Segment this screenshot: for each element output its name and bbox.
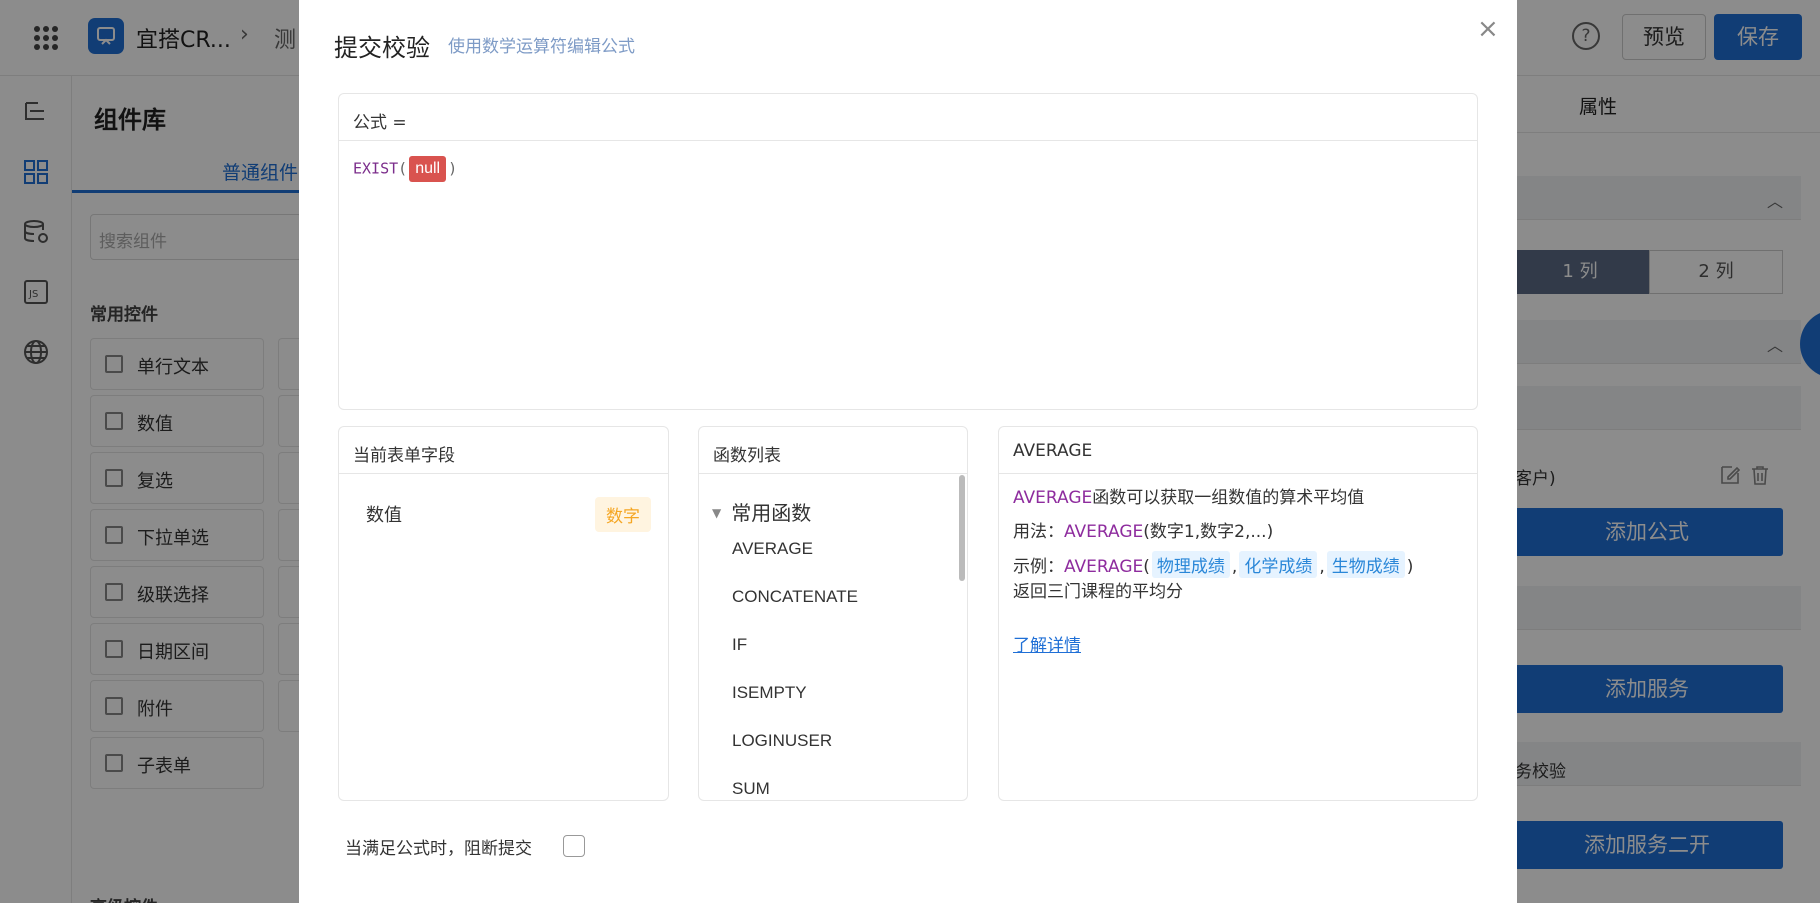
function-list-panel: 函数列表 ▼ 常用函数 AVERAGE CONCATENATE IF ISEMPT… [698, 426, 968, 801]
function-list-title: 函数列表 [699, 427, 967, 474]
formula-function: EXIST [353, 159, 399, 178]
function-example-result: 返回三门课程的平均分 [1013, 582, 1183, 602]
function-detail-title: AVERAGE [999, 427, 1477, 474]
dialog-subtitle: 使用数学运算符编辑公式 [448, 37, 635, 57]
function-item[interactable]: SUM [732, 779, 770, 799]
function-group-common[interactable]: ▼ 常用函数 [712, 497, 811, 526]
function-usage: 用法：AVERAGE(数字1,数字2,...) [1013, 522, 1274, 542]
formula-editor[interactable]: 公式 = EXIST(null) [338, 93, 1478, 410]
function-example: 示例：AVERAGE(物理成绩, 化学成绩, 生物成绩) [1013, 551, 1413, 578]
formula-open-paren: ( [398, 159, 408, 178]
formula-expression[interactable]: EXIST(null) [339, 141, 1477, 197]
function-item[interactable]: AVERAGE [732, 539, 813, 559]
example-field-chip: 化学成绩 [1239, 551, 1318, 578]
formula-label: 公式 = [339, 94, 1477, 141]
app-root: 宜搭CR... › 测 ? 预览 保存 JS 组件库 普通组件 搜索组件 常用控… [0, 0, 1820, 903]
example-field-chip: 生物成绩 [1326, 551, 1405, 578]
function-item[interactable]: ISEMPTY [732, 683, 807, 703]
function-description: AVERAGE函数可以获取一组数值的算术平均值 [1013, 488, 1365, 508]
caret-down-icon: ▼ [712, 506, 722, 520]
form-fields-panel: 当前表单字段 数值 数字 [338, 426, 669, 801]
learn-more-link[interactable]: 了解详情 [1013, 631, 1081, 656]
formula-close-paren: ) [448, 159, 458, 178]
submit-validation-dialog: 提交校验 使用数学运算符编辑公式 × 公式 = EXIST(null) 当前表单… [299, 0, 1517, 903]
close-icon[interactable]: × [1477, 14, 1499, 44]
function-item[interactable]: CONCATENATE [732, 587, 858, 607]
block-submit-label: 当满足公式时，阻断提交 [345, 839, 532, 859]
function-item[interactable]: IF [732, 635, 747, 655]
dialog-title: 提交校验 [334, 34, 430, 62]
null-argument-tag[interactable]: null [409, 156, 447, 182]
example-field-chip: 物理成绩 [1151, 551, 1230, 578]
fields-panel-title: 当前表单字段 [339, 427, 668, 474]
function-detail-panel: AVERAGE AVERAGE函数可以获取一组数值的算术平均值 用法：AVERA… [998, 426, 1478, 801]
function-item[interactable]: LOGINUSER [732, 731, 832, 751]
block-submit-checkbox[interactable] [563, 835, 585, 857]
field-item-number[interactable]: 数值 [366, 501, 402, 527]
field-type-badge: 数字 [595, 497, 651, 532]
function-list-scrollbar[interactable] [959, 475, 965, 581]
